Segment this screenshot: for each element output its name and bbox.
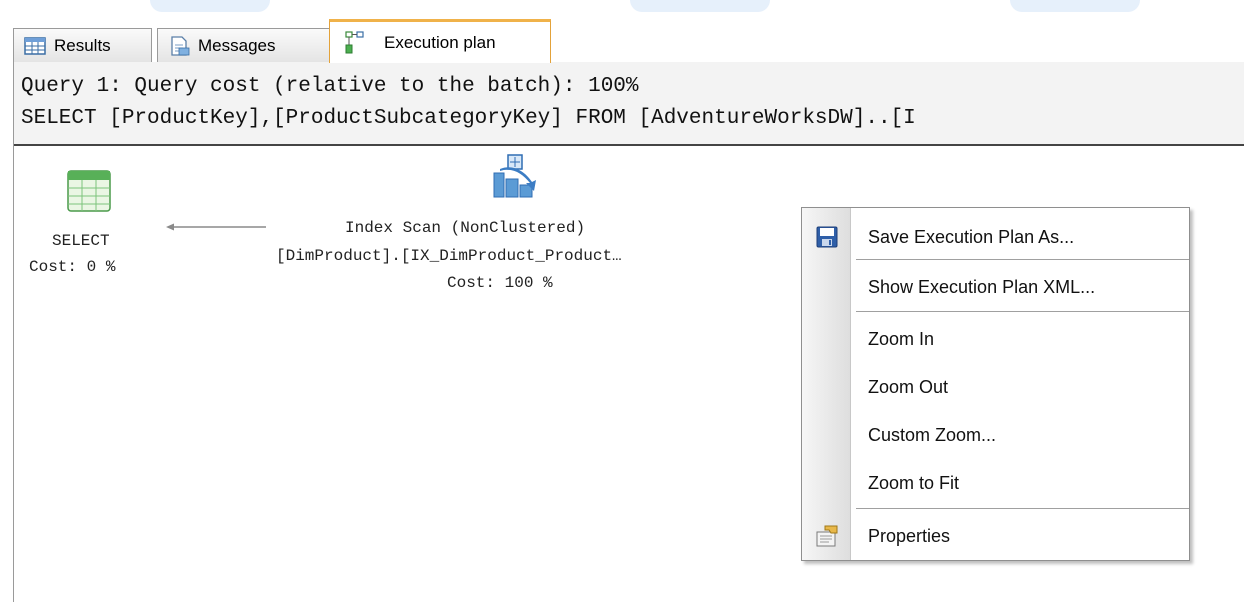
select-node-name: SELECT — [52, 232, 110, 250]
menu-item-label: Show Execution Plan XML... — [868, 276, 1096, 297]
menu-item-label: Save Execution Plan As... — [868, 226, 1075, 247]
menu-separator — [856, 508, 1189, 509]
tab-messages[interactable]: Messages — [157, 28, 331, 62]
context-menu: Save Execution Plan As... Show Execution… — [801, 207, 1190, 561]
menu-separator — [856, 311, 1189, 312]
menu-item-custom-zoom[interactable]: Custom Zoom... — [802, 412, 1189, 458]
menu-item-save-execution-plan-as[interactable]: Save Execution Plan As... — [802, 214, 1189, 260]
query-text-line: SELECT [ProductKey],[ProductSubcategoryK… — [21, 107, 916, 130]
menu-item-label: Zoom Out — [868, 376, 949, 397]
index-scan-node-object: [DimProduct].[IX_DimProduct_Product… — [276, 247, 622, 265]
index-scan-node-name: Index Scan (NonClustered) — [345, 219, 586, 237]
select-node-cost: Cost: 0 % — [29, 258, 116, 276]
menu-item-label: Custom Zoom... — [868, 424, 997, 445]
menu-item-label: Properties — [868, 525, 951, 546]
messages-icon — [171, 35, 190, 56]
index-scan-node-cost: Cost: 100 % — [447, 274, 553, 292]
tab-messages-label: Messages — [198, 35, 276, 55]
menu-item-zoom-out[interactable]: Zoom Out — [802, 364, 1189, 410]
floppy-save-icon — [816, 226, 838, 248]
menu-item-zoom-in[interactable]: Zoom In — [802, 316, 1189, 362]
ssms-results-pane: Results Messages Execution plan Query 1:… — [0, 0, 1244, 602]
menu-item-zoom-to-fit[interactable]: Zoom to Fit — [802, 460, 1189, 506]
menu-item-label: Zoom to Fit — [868, 472, 960, 493]
query-cost-line: Query 1: Query cost (relative to the bat… — [21, 75, 639, 98]
query-header: Query 1: Query cost (relative to the bat… — [14, 62, 1244, 146]
select-table-icon[interactable] — [66, 169, 112, 213]
menu-item-properties[interactable]: Properties — [802, 513, 1189, 559]
index-scan-icon[interactable] — [492, 153, 538, 201]
decorative-shape — [150, 0, 270, 12]
menu-item-label: Zoom In — [868, 328, 935, 349]
tab-results-label: Results — [54, 35, 111, 55]
menu-separator — [856, 259, 1189, 260]
properties-icon — [816, 525, 838, 547]
tab-execution-plan[interactable]: Execution plan — [329, 19, 551, 63]
tab-results[interactable]: Results — [13, 28, 152, 62]
data-flow-arrow — [166, 223, 266, 231]
results-tab-strip: Results Messages Execution plan — [13, 16, 1244, 63]
execution-plan-icon — [345, 30, 364, 53]
decorative-shape — [630, 0, 770, 12]
decorative-shape — [1010, 0, 1140, 12]
menu-item-show-execution-plan-xml[interactable]: Show Execution Plan XML... — [802, 264, 1189, 310]
results-grid-icon — [24, 36, 46, 55]
tab-execution-plan-label: Execution plan — [384, 32, 496, 52]
